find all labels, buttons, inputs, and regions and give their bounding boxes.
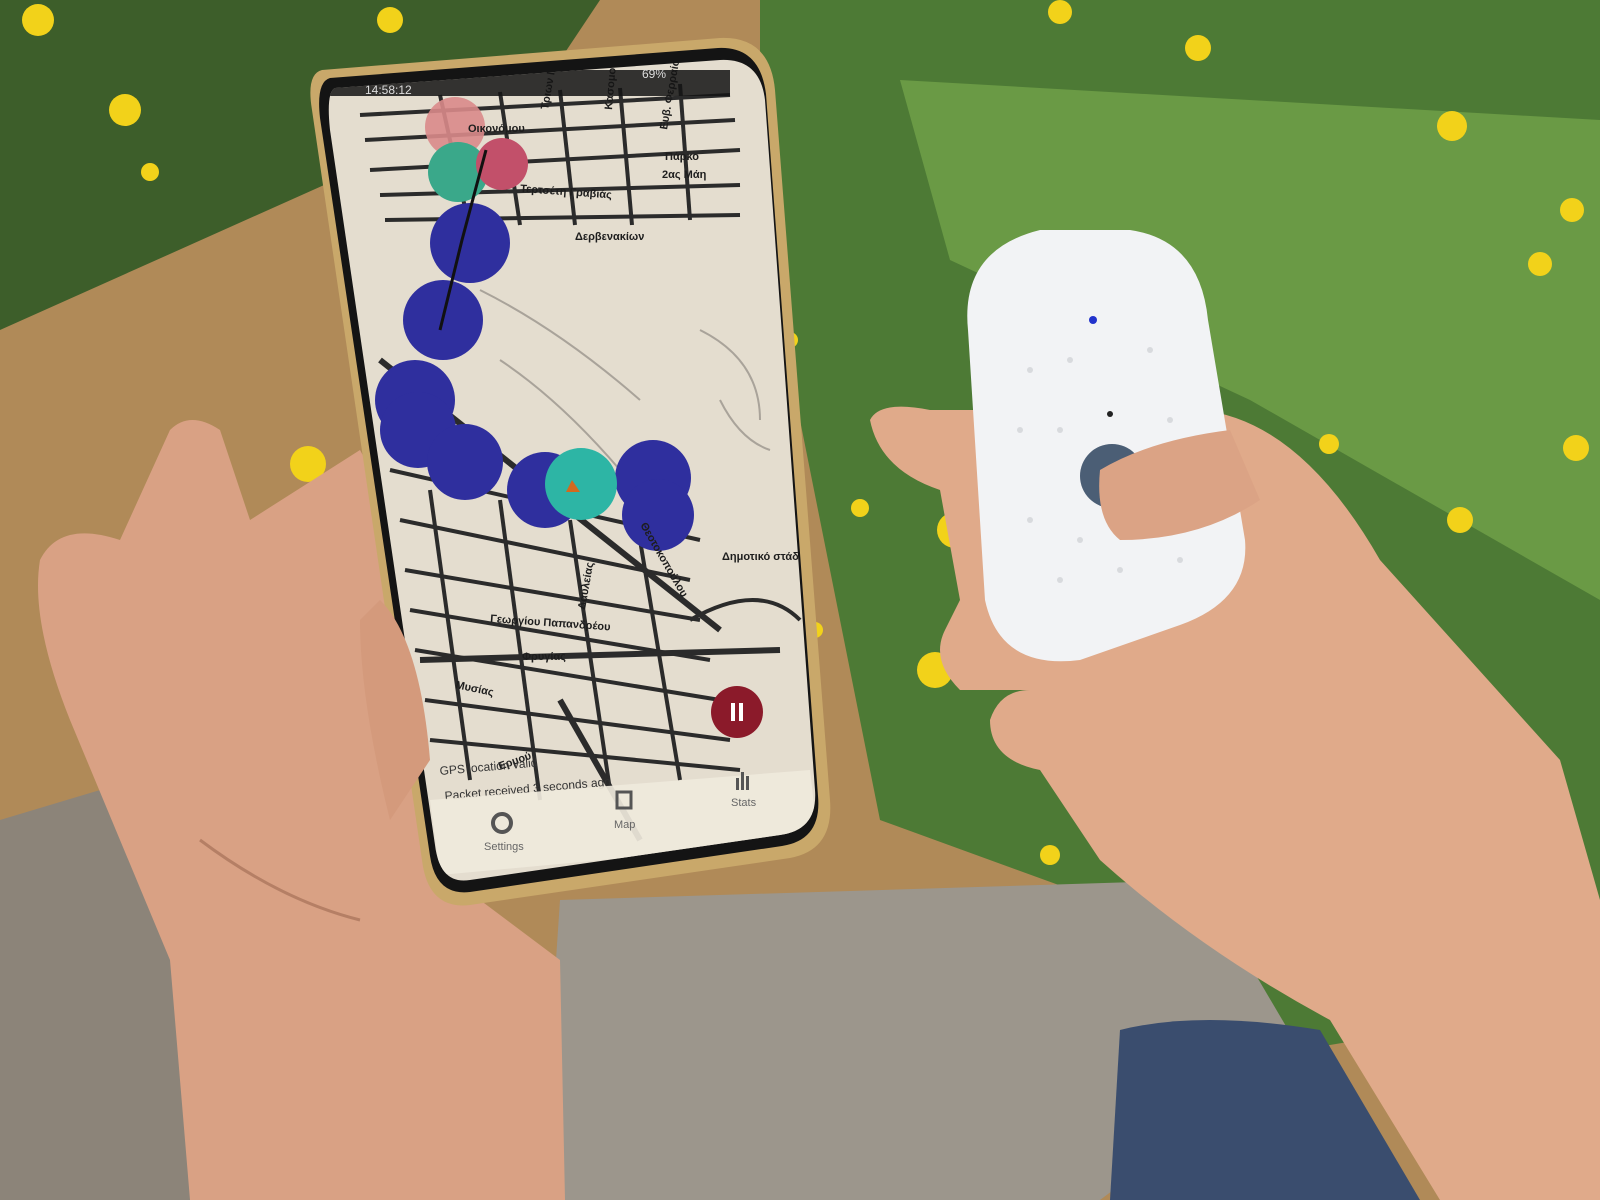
street-label: Οικονόμου xyxy=(468,123,525,135)
pause-button[interactable] xyxy=(711,686,763,738)
street-label: Δερβενακίων xyxy=(575,231,644,243)
status-led xyxy=(1089,316,1097,324)
photo-scene: Οικονόμου Τριων Ιεραρχών Κασομούλη Ευβ. … xyxy=(0,0,1600,1200)
nav-label: Settings xyxy=(484,841,524,853)
nav-label: Stats xyxy=(731,797,757,809)
track-dot xyxy=(545,448,617,520)
battery-level: 69% xyxy=(642,67,666,81)
nav-label: Map xyxy=(614,819,635,831)
track-dot xyxy=(427,424,503,500)
street-label: 2ας Μάη xyxy=(662,169,707,181)
street-label: Πάρκο xyxy=(665,151,699,163)
street-label: Φρυγίας xyxy=(522,651,566,663)
